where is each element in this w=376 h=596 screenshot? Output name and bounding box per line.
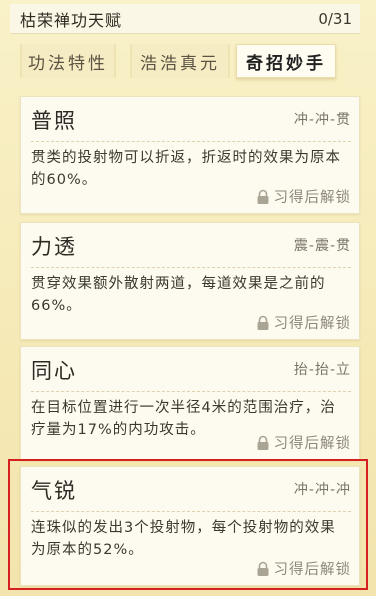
talent-card-puzhao[interactable]: 普照 冲-冲-贯 贯类的投射物可以折返，折返时的效果为原本的60%。 习得后解锁 — [20, 96, 360, 214]
page-title: 枯荣禅功天赋 — [20, 10, 123, 30]
talent-description: 贯类的投射物可以折返，折返时的效果为原本的60%。 — [31, 150, 341, 188]
header-bar: 枯荣禅功天赋 0/31 — [10, 4, 360, 34]
divider — [31, 391, 351, 392]
talent-moves: 抬-抬-立 — [293, 362, 351, 378]
unlock-label: 习得后解锁 — [273, 436, 351, 452]
divider — [31, 141, 351, 142]
talent-moves: 冲-冲-冲 — [293, 482, 351, 498]
tab-haohao-zhenyuan[interactable]: 浩浩真元 — [130, 44, 230, 78]
tab-qizhao-miaoshou[interactable]: 奇招妙手 — [236, 44, 336, 78]
talent-name: 力透 — [31, 235, 77, 259]
talent-card-tongxin[interactable]: 同心 抬-抬-立 在目标位置进行一次半径4米的范围治疗，治疗量为17%的内功攻击… — [20, 346, 360, 460]
talent-name: 气锐 — [31, 479, 77, 503]
unlock-status: 习得后解锁 — [256, 558, 352, 579]
talent-name: 普照 — [31, 109, 77, 133]
unlock-status: 习得后解锁 — [256, 432, 352, 453]
talent-moves: 冲-冲-贯 — [293, 112, 351, 128]
divider — [31, 267, 351, 268]
unlock-label: 习得后解锁 — [273, 316, 351, 332]
talent-page: 枯荣禅功天赋 0/31 功法特性 浩浩真元 奇招妙手 普照 冲-冲-贯 贯类的投… — [0, 0, 376, 596]
talent-card-litou[interactable]: 力透 震-震-贯 贯穿效果额外散射两道，每道效果是之前的66%。 习得后解锁 — [20, 222, 360, 340]
unlock-label: 习得后解锁 — [273, 562, 351, 578]
talent-card-qirui[interactable]: 气锐 冲-冲-冲 连珠似的发出3个投射物，每个投射物的效果为原本的52%。 习得… — [20, 466, 360, 586]
lock-icon — [256, 561, 270, 577]
lock-icon — [256, 315, 270, 331]
talent-name: 同心 — [31, 359, 77, 383]
talent-moves: 震-震-贯 — [293, 238, 351, 254]
unlock-label: 习得后解锁 — [273, 190, 351, 206]
unlock-status: 习得后解锁 — [256, 186, 352, 207]
tab-bar: 功法特性 浩浩真元 奇招妙手 — [14, 44, 354, 80]
lock-icon — [256, 435, 270, 451]
talent-point-count: 0/31 — [318, 9, 352, 28]
lock-icon — [256, 189, 270, 205]
talent-description: 贯穿效果额外散射两道，每道效果是之前的66%。 — [31, 276, 326, 314]
tab-gongfa-texing[interactable]: 功法特性 — [20, 44, 116, 78]
divider — [31, 511, 351, 512]
talent-description: 连珠似的发出3个投射物，每个投射物的效果为原本的52%。 — [31, 520, 336, 558]
unlock-status: 习得后解锁 — [256, 312, 352, 333]
